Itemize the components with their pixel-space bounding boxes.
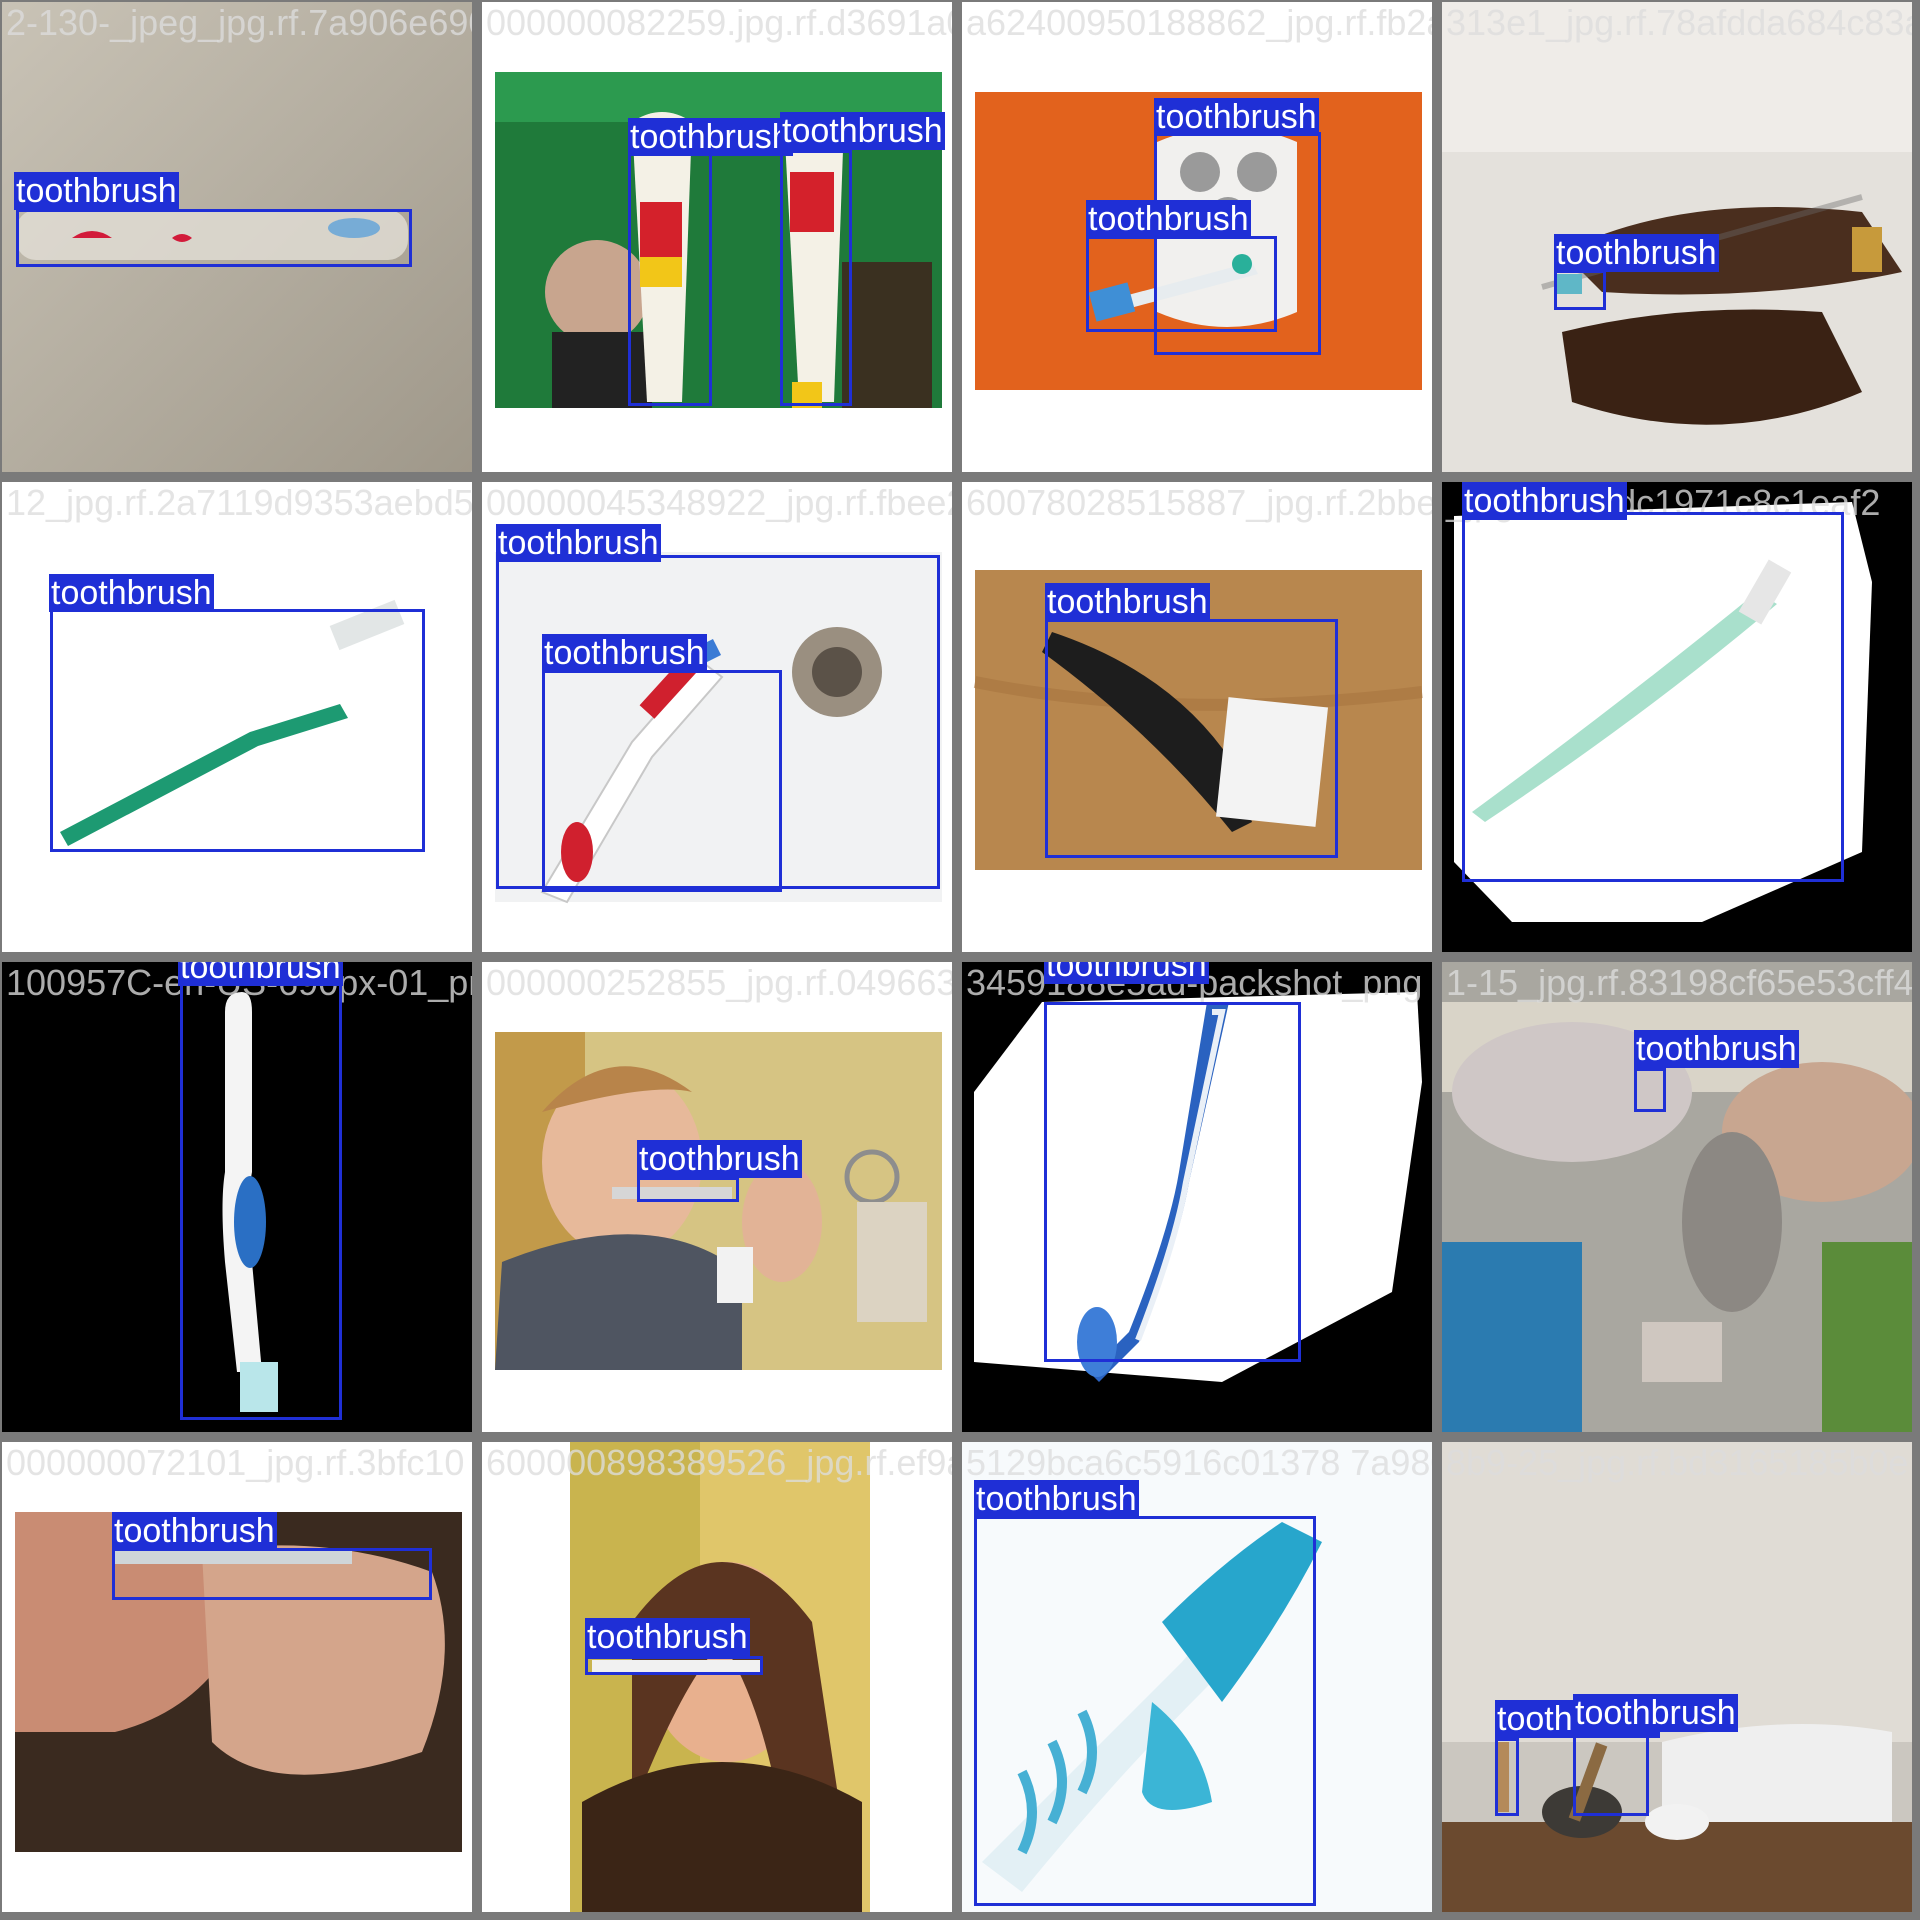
tile-3-bbox-2[interactable]: [1086, 236, 1277, 332]
tile-11-label-1: toothbrush: [1044, 962, 1209, 984]
tile-6-bbox-2[interactable]: [542, 670, 782, 892]
tile-13-bbox-1[interactable]: [112, 1548, 432, 1600]
tile-14-bbox-1[interactable]: [585, 1656, 763, 1675]
tile-16-bbox-1[interactable]: [1495, 1738, 1519, 1816]
tile-16-image: [1442, 1442, 1912, 1912]
tile-3-label-1: toothbrush: [1154, 98, 1319, 136]
tile-2-bbox-2[interactable]: [780, 150, 852, 406]
tile-9-label-1: toothbrush: [178, 962, 343, 986]
tile-7-label-1: toothbrush: [1045, 583, 1210, 621]
tile-1-label-1: toothbrush: [14, 172, 179, 210]
tile-10-label-1: toothbrush: [637, 1140, 802, 1178]
tile-16-bbox-2[interactable]: [1573, 1732, 1649, 1816]
tile-13[interactable]: 000000072101_jpg.rf.3bfc10 toothbrush: [2, 1442, 472, 1912]
tile-6-label-2: toothbrush: [542, 634, 707, 672]
tile-14-label-1: toothbrush: [585, 1618, 750, 1656]
tile-2-bbox-1[interactable]: [628, 150, 712, 406]
tile-11[interactable]: 3459188e5ad-packshot_png toothbrush: [962, 962, 1432, 1432]
tile-7[interactable]: 60078028515887_jpg.rf.2bbe62 toothbrush: [962, 482, 1432, 952]
tile-4-label-1: toothbrush: [1554, 234, 1719, 272]
tile-14-image: [482, 1442, 952, 1912]
tile-8[interactable]: _jpg.rf.2b6dc1971c8c1eaf2 toothbrush: [1442, 482, 1912, 952]
tile-8-bbox-1[interactable]: [1462, 512, 1844, 882]
mosaic-grid: 2-130-_jpeg_jpg.rf.7a906e69082b5bdd28725…: [0, 0, 1920, 1920]
tile-8-label-1: toothbrush: [1462, 482, 1627, 520]
tile-16[interactable]: 8b9-25_jpg.rf.bd3165185b0e toothbrush to…: [1442, 1442, 1912, 1912]
tile-9[interactable]: 100957C-en-US-690px-01_png toothbrush: [2, 962, 472, 1432]
tile-2-label-1: toothbrush: [628, 118, 793, 156]
tile-2-image: [482, 2, 952, 472]
tile-2[interactable]: 000000082259.jpg.rf.d3691a0204 toothbrus…: [482, 2, 952, 472]
tile-10[interactable]: 000000252855_jpg.rf.0496638 toothbrush: [482, 962, 952, 1432]
tile-11-bbox-1[interactable]: [1044, 1002, 1301, 1362]
tile-12-label-1: toothbrush: [1634, 1030, 1799, 1068]
tile-1[interactable]: 2-130-_jpeg_jpg.rf.7a906e69082b5bdd28725…: [2, 2, 472, 472]
tile-5-bbox-1[interactable]: [50, 609, 425, 852]
tile-5[interactable]: 12_jpg.rf.2a7119d9353aebd5 toothbrush: [2, 482, 472, 952]
tile-12-bbox-1[interactable]: [1634, 1068, 1666, 1112]
tile-3-label-2: toothbrush: [1086, 200, 1251, 238]
tile-2-label-2: toothbrush: [780, 112, 945, 150]
tile-4-bbox-1[interactable]: [1554, 270, 1606, 310]
tile-7-bbox-1[interactable]: [1045, 619, 1338, 858]
tile-3[interactable]: a62400950188862_jpg.rf.fb2aa63 toothbrus…: [962, 2, 1432, 472]
tile-6[interactable]: 00000045348922_jpg.rf.fbee24 toothbrush …: [482, 482, 952, 952]
tile-10-bbox-1[interactable]: [637, 1177, 739, 1202]
tile-5-label-1: toothbrush: [49, 574, 214, 612]
tile-15-label-1: toothbrush: [974, 1480, 1139, 1518]
tile-9-bbox-1[interactable]: [180, 980, 342, 1420]
tile-15[interactable]: 5129bca6c5916c01378 7a980 toothbrush: [962, 1442, 1432, 1912]
tile-1-bbox-1[interactable]: [16, 209, 412, 267]
tile-6-label-1: toothbrush: [496, 524, 661, 562]
tile-15-bbox-1[interactable]: [974, 1516, 1316, 1906]
tile-16-label-2: toothbrush: [1573, 1694, 1738, 1732]
tile-12[interactable]: 1-15_jpg.rf.83198cf65e53cff4 toothbrush: [1442, 962, 1912, 1432]
tile-4[interactable]: 313e1_jpg.rf.78afdda684c83a toothbrush: [1442, 2, 1912, 472]
tile-14[interactable]: 600000898389526_jpg.rf.ef9a6a toothbrush: [482, 1442, 952, 1912]
tile-13-label-1: toothbrush: [112, 1512, 277, 1550]
